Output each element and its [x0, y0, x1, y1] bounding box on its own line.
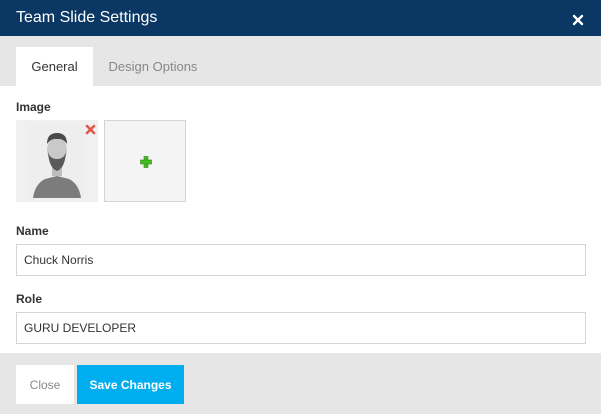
role-label: Role — [16, 292, 43, 306]
save-changes-button[interactable]: Save Changes — [77, 365, 184, 404]
portrait-photo — [30, 124, 84, 198]
close-button[interactable]: Close — [16, 365, 74, 404]
tab-design-options[interactable]: Design Options — [100, 47, 206, 86]
name-field[interactable] — [16, 244, 586, 276]
plus-icon — [140, 155, 152, 168]
role-field[interactable] — [16, 312, 586, 344]
remove-icon[interactable] — [85, 122, 96, 135]
general-tab-content: Image Name Chuck Norris Role GURU DEVELO… — [0, 86, 601, 353]
dialog-footer: Close Save Changes — [0, 353, 601, 414]
name-label: Name — [16, 224, 49, 238]
dialog-titlebar: Team Slide Settings — [0, 0, 601, 36]
close-icon[interactable] — [569, 10, 589, 30]
image-thumbnail[interactable] — [16, 120, 98, 202]
tab-general[interactable]: General — [16, 47, 93, 86]
dialog-title: Team Slide Settings — [16, 9, 158, 26]
add-image-button[interactable] — [104, 120, 186, 202]
image-label: Image — [16, 100, 51, 114]
tabs-bar: General Design Options — [0, 36, 601, 86]
team-slide-settings-dialog: Team Slide Settings General Design Optio… — [0, 0, 601, 414]
